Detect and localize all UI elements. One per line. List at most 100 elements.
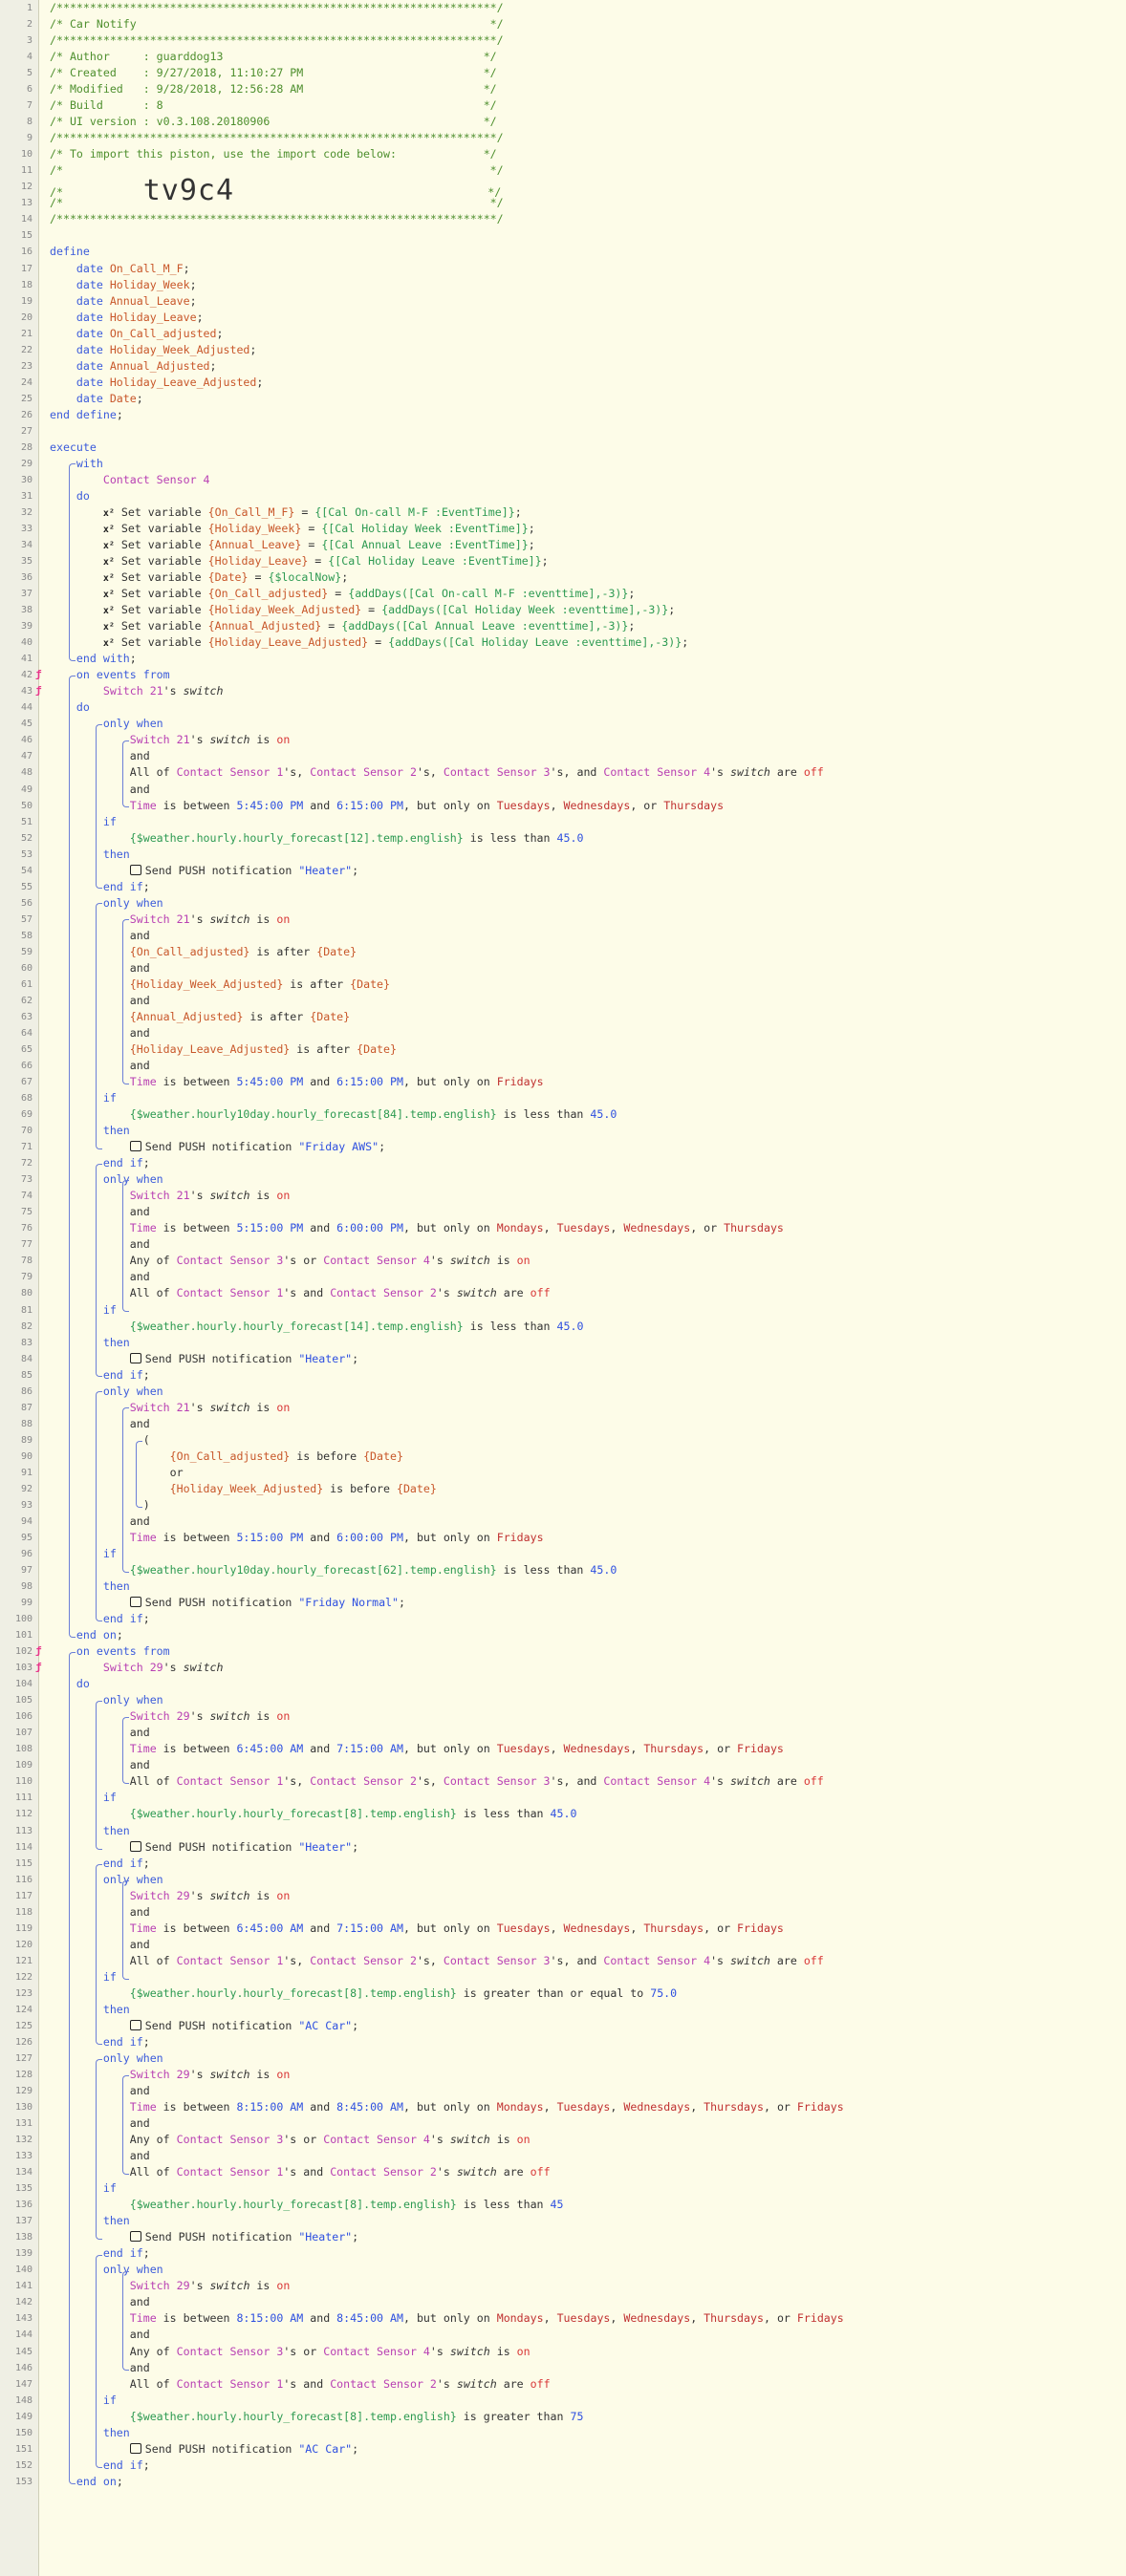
text: = — [368, 635, 389, 650]
code-text: {$weather.hourly.hourly_forecast[8].temp… — [50, 2197, 564, 2213]
code-text: All of Contact Sensor 1's and Contact Se… — [50, 2376, 551, 2393]
code-text: only when — [50, 1171, 163, 1188]
code-line: 38 x² Set variable {Holiday_Week_Adjuste… — [0, 602, 1126, 618]
line-number: 32 — [20, 506, 32, 518]
day-value: Fridays — [796, 2100, 844, 2114]
code-line: 120 and — [0, 1937, 1126, 1953]
line-number: 55 — [20, 881, 32, 892]
code-line: 1 /**************************************… — [0, 0, 1126, 16]
code-text: Switch 29's switch is on — [50, 1888, 291, 1904]
code-line: 51 if — [0, 814, 1126, 830]
time-value: 5:15:00 PM — [236, 1530, 304, 1544]
text: is — [249, 2279, 277, 2293]
line-number: 118 — [14, 1906, 32, 1918]
line-number: 127 — [14, 2052, 32, 2064]
code-line: 21 date On_Call_adjusted; — [0, 326, 1126, 342]
state-value: off — [530, 2376, 551, 2391]
code-line: 90 {On_Call_adjusted} is before {Date} — [0, 1449, 1126, 1465]
code-line: 123 {$weather.hourly.hourly_forecast[8].… — [0, 1986, 1126, 2002]
code-text: if — [50, 1790, 117, 1806]
line-number: 132 — [14, 2135, 32, 2146]
code-line: 42 on events from — [0, 667, 1126, 683]
code-text: date Holiday_Week; — [50, 277, 197, 293]
comment: /* Build : 8 */ — [50, 98, 497, 113]
code-line: 52 {$weather.hourly.hourly_forecast[12].… — [0, 830, 1126, 847]
code-line: 126 end if; — [0, 2034, 1126, 2050]
code-line: 49 and — [0, 782, 1126, 798]
day-value: Wednesdays — [563, 798, 631, 812]
code-line: 24 date Holiday_Leave_Adjusted; — [0, 375, 1126, 391]
text: is after — [290, 1042, 357, 1056]
line-number: 29 — [20, 458, 32, 469]
set-variable-icon: x² — [102, 541, 115, 552]
text: ; — [142, 1367, 150, 1382]
attribute-name: switch — [209, 1189, 250, 1203]
text: ; — [136, 391, 143, 405]
code-line: 13 /* */ — [0, 195, 1126, 211]
expression: {$weather.hourly.hourly_forecast[12].tem… — [129, 830, 464, 845]
code-line: 142 and — [0, 2294, 1126, 2310]
line-number: 145 — [14, 2346, 32, 2357]
code-text: then — [50, 2002, 130, 2018]
code-line: 18 date Holiday_Week; — [0, 277, 1126, 293]
code-line: 86 only when — [0, 1384, 1126, 1400]
text: is — [249, 1189, 277, 1203]
text: and — [303, 2311, 337, 2326]
line-number: 41 — [20, 654, 32, 665]
state-value: on — [516, 2344, 531, 2358]
event-trigger-icon: ƒ — [35, 1661, 42, 1674]
state-value: off — [530, 1286, 551, 1300]
line-number: 44 — [20, 702, 32, 714]
text: 's, and — [550, 1774, 604, 1789]
text: ; — [142, 2246, 150, 2261]
code-line: 87 Switch 21's switch is on — [0, 1400, 1126, 1416]
code-line: 68 if — [0, 1090, 1126, 1106]
code-text: Time is between 5:15:00 PM and 6:00:00 P… — [50, 1220, 784, 1236]
string-value: "AC Car" — [298, 2441, 353, 2456]
code-text: x² Set variable {Annual_Leave} = {[Cal A… — [50, 537, 535, 554]
line-number: 72 — [20, 1158, 32, 1170]
attribute-name: switch — [209, 912, 250, 926]
line-number: 102 — [14, 1646, 32, 1658]
condition-group-bracket — [122, 1717, 129, 1785]
line-number: 137 — [14, 2216, 32, 2227]
line-number: 61 — [20, 978, 32, 990]
keyword: define — [50, 245, 90, 259]
text: , — [550, 1921, 564, 1935]
text: and — [129, 1025, 150, 1040]
text: 's and — [283, 1286, 331, 1300]
keyword: only when — [102, 2050, 163, 2065]
state-value: on — [276, 1189, 291, 1203]
text: and — [303, 1221, 337, 1235]
code-text: Time is between 6:45:00 AM and 7:15:00 A… — [50, 1921, 784, 1937]
code-line: 84 Send PUSH notification "Heater"; — [0, 1351, 1126, 1367]
type: date — [76, 358, 110, 373]
line-number: 133 — [14, 2151, 32, 2162]
number-value: 45.0 — [590, 1563, 617, 1577]
set-variable-icon: x² — [102, 590, 115, 601]
line-number: 17 — [20, 263, 32, 274]
line-number: 53 — [20, 848, 32, 860]
text: is between — [156, 1921, 237, 1935]
text: is less than — [456, 2198, 551, 2212]
code-line: 37 x² Set variable {On_Call_adjusted} = … — [0, 586, 1126, 602]
text: All of — [129, 2165, 177, 2179]
code-line: 94 and — [0, 1513, 1126, 1530]
line-number: 95 — [20, 1532, 32, 1543]
text: is — [249, 1400, 277, 1414]
keyword: with — [76, 456, 103, 470]
code-line: 77 and — [0, 1236, 1126, 1253]
code-line: 89 ( — [0, 1432, 1126, 1449]
code-line: 14 /*************************************… — [0, 211, 1126, 227]
code-line: 85 end if; — [0, 1367, 1126, 1384]
